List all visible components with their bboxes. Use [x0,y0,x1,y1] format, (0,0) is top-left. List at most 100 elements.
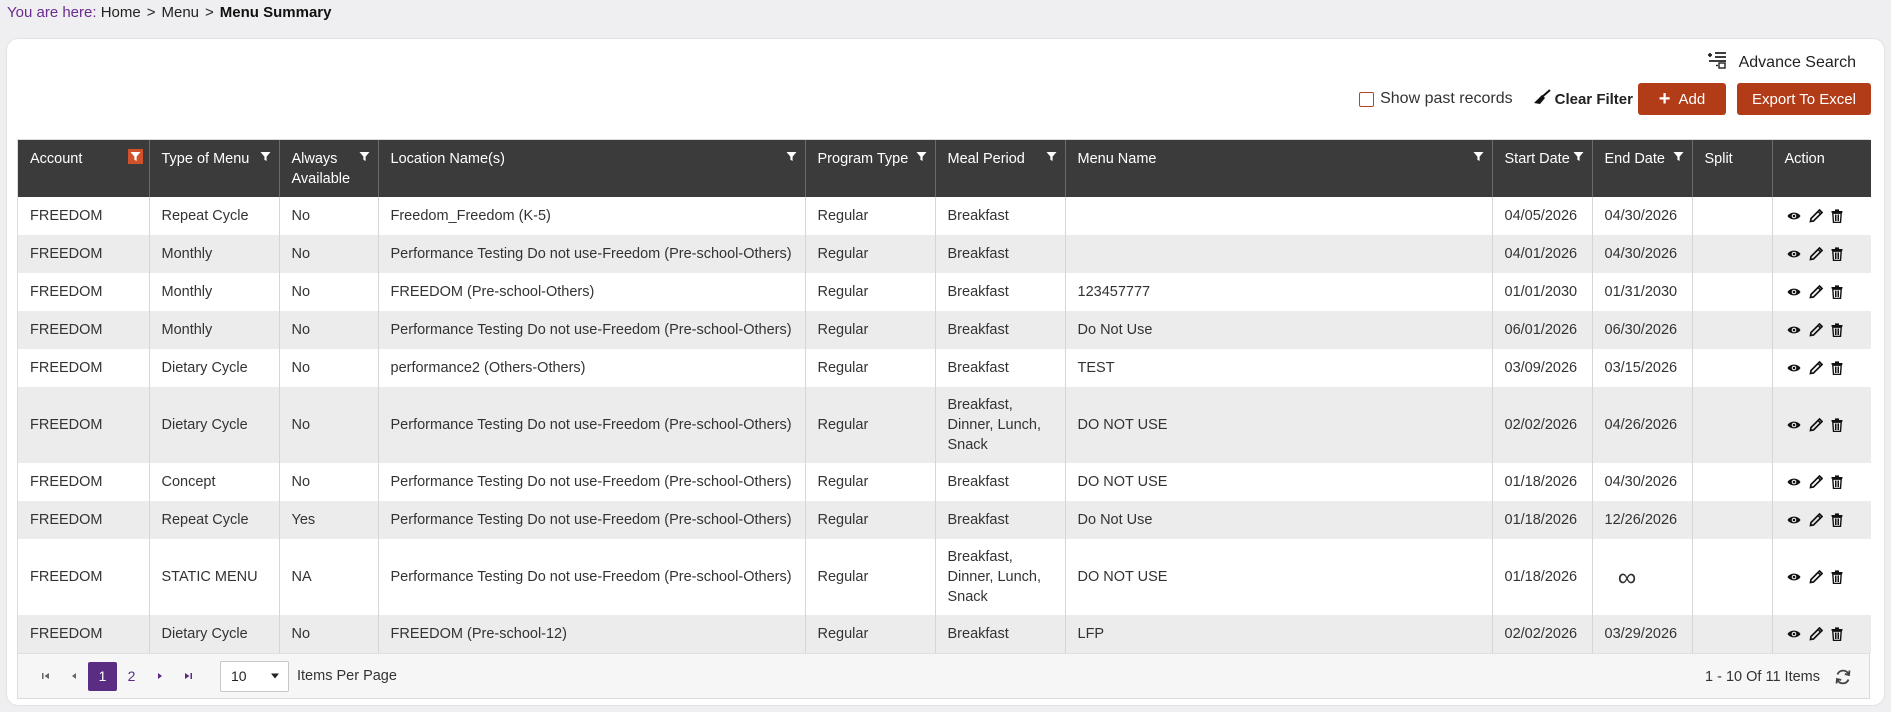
edit-icon[interactable] [1808,323,1823,337]
column-header-label: Account [30,151,83,167]
cell-start-date: 01/18/2026 [1492,539,1593,615]
edit-icon[interactable] [1808,247,1823,261]
table-row[interactable]: FREEDOM STATIC MENU NA Performance Testing … [18,539,1871,615]
filter-icon[interactable] [1044,149,1059,164]
view-icon[interactable] [1787,249,1801,259]
delete-icon[interactable] [1831,247,1843,261]
toolbar: Show past records Clear Filter + Add Exp… [1359,83,1871,115]
filter-icon[interactable] [258,149,273,164]
add-button[interactable]: + Add [1638,83,1726,115]
column-header-account[interactable]: Account [18,140,150,197]
edit-icon[interactable] [1808,627,1823,641]
filter-icon[interactable] [127,149,143,164]
delete-icon[interactable] [1831,209,1843,223]
column-header-location-name-s[interactable]: Location Name(s) [378,140,806,197]
last-page-icon [185,673,192,679]
cell-meal-period: Breakfast [935,273,1066,311]
column-header-meal-period[interactable]: Meal Period [935,140,1066,197]
table-row[interactable]: FREEDOM Dietary Cycle No performance2 (Othe… [18,349,1871,387]
cell-type-of-menu: Repeat Cycle [149,501,280,539]
cell-type-of-menu: Dietary Cycle [149,615,280,653]
delete-icon[interactable] [1831,361,1843,375]
show-past-records-label: Show past records [1380,90,1513,107]
page-1-button[interactable]: 1 [88,661,117,691]
view-icon[interactable] [1787,325,1801,335]
delete-icon[interactable] [1831,513,1843,527]
column-header-program-type[interactable]: Program Type [805,140,936,197]
show-past-records-toggle[interactable]: Show past records [1359,90,1513,108]
page-size-select[interactable]: 10 [220,660,289,692]
cell-always-available: No [279,235,379,273]
filter-icon[interactable] [1671,149,1686,164]
pager: 1 2 10 Items Per Page 1 - 10 Of 11 Items [18,653,1869,698]
view-icon[interactable] [1787,515,1801,525]
edit-icon[interactable] [1808,570,1823,584]
view-icon[interactable] [1787,287,1801,297]
export-to-excel-button[interactable]: Export To Excel [1737,83,1871,115]
filter-icon[interactable] [1471,149,1486,164]
page-2-button[interactable]: 2 [117,662,146,691]
table-row[interactable]: FREEDOM Monthly No FREEDOM (Pre-school-Othe… [18,273,1871,311]
view-icon[interactable] [1787,420,1801,430]
delete-icon[interactable] [1831,627,1843,641]
first-page-button[interactable] [32,662,60,690]
cell-end-date: 03/29/2026 [1592,615,1693,653]
view-icon[interactable] [1787,629,1801,639]
column-header-end-date[interactable]: End Date [1592,140,1693,197]
edit-icon[interactable] [1808,475,1823,489]
cell-always-available: No [279,463,379,501]
table-row[interactable]: FREEDOM Dietary Cycle No FREEDOM (Pre-schoo… [18,615,1871,653]
broom-icon [1533,89,1555,109]
cell-type-of-menu: Concept [149,463,280,501]
edit-icon[interactable] [1808,418,1823,432]
cell-type-of-menu: STATIC MENU [149,539,280,615]
view-icon[interactable] [1787,572,1801,582]
column-header-type-of-menu[interactable]: Type of Menu [149,140,280,197]
column-header-label: Location Name(s) [390,151,505,167]
previous-page-button[interactable] [60,662,88,690]
column-header-start-date[interactable]: Start Date [1492,140,1593,197]
filter-icon[interactable] [1571,149,1586,164]
table-row[interactable]: FREEDOM Monthly No Performance Testing Do n… [18,311,1871,349]
edit-icon[interactable] [1808,209,1823,223]
last-page-button[interactable] [174,662,202,690]
view-icon[interactable] [1787,363,1801,373]
delete-icon[interactable] [1831,570,1843,584]
column-header-always-available[interactable]: Always Available [279,140,379,197]
column-header-split[interactable]: Split [1692,140,1773,197]
refresh-button[interactable] [1834,668,1852,686]
delete-icon[interactable] [1831,285,1843,299]
first-page-icon [42,673,49,679]
filter-icon[interactable] [914,149,929,164]
column-header-menu-name[interactable]: Menu Name [1065,140,1493,197]
edit-icon[interactable] [1808,513,1823,527]
cell-program-type: Regular [805,387,936,463]
delete-icon[interactable] [1831,475,1843,489]
table-row[interactable]: FREEDOM Concept No Performance Testing Do n… [18,463,1871,501]
filter-icon[interactable] [784,149,799,164]
view-icon[interactable] [1787,477,1801,487]
table-row[interactable]: FREEDOM Dietary Cycle No Performance Testin… [18,387,1871,463]
delete-icon[interactable] [1831,418,1843,432]
column-header-action[interactable]: Action [1772,140,1871,197]
cell-meal-period: Breakfast, Dinner, Lunch, Snack [935,539,1066,615]
delete-icon[interactable] [1831,323,1843,337]
edit-icon[interactable] [1808,285,1823,299]
table-row[interactable]: FREEDOM Repeat Cycle No Freedom_Freedom (K-… [18,197,1871,235]
breadcrumb-home-link[interactable]: Home [101,4,141,21]
advance-search-button[interactable]: Advance Search [1707,51,1856,74]
table-row[interactable]: FREEDOM Repeat Cycle Yes Performance Testin… [18,501,1871,539]
column-header-label: Menu Name [1077,151,1157,167]
next-page-button[interactable] [146,662,174,690]
filter-icon[interactable] [357,149,372,164]
show-past-records-checkbox[interactable] [1359,91,1375,107]
cell-meal-period: Breakfast [935,235,1066,273]
view-icon[interactable] [1787,211,1801,221]
cell-start-date: 04/01/2026 [1492,235,1593,273]
clear-filter-button[interactable]: Clear Filter [1533,89,1633,109]
edit-icon[interactable] [1808,361,1823,375]
table-row[interactable]: FREEDOM Monthly No Performance Testing Do n… [18,235,1871,273]
column-header-label: Meal Period [947,151,1025,167]
breadcrumb-menu-link[interactable]: Menu [161,4,199,21]
advance-search-icon [1707,51,1739,74]
